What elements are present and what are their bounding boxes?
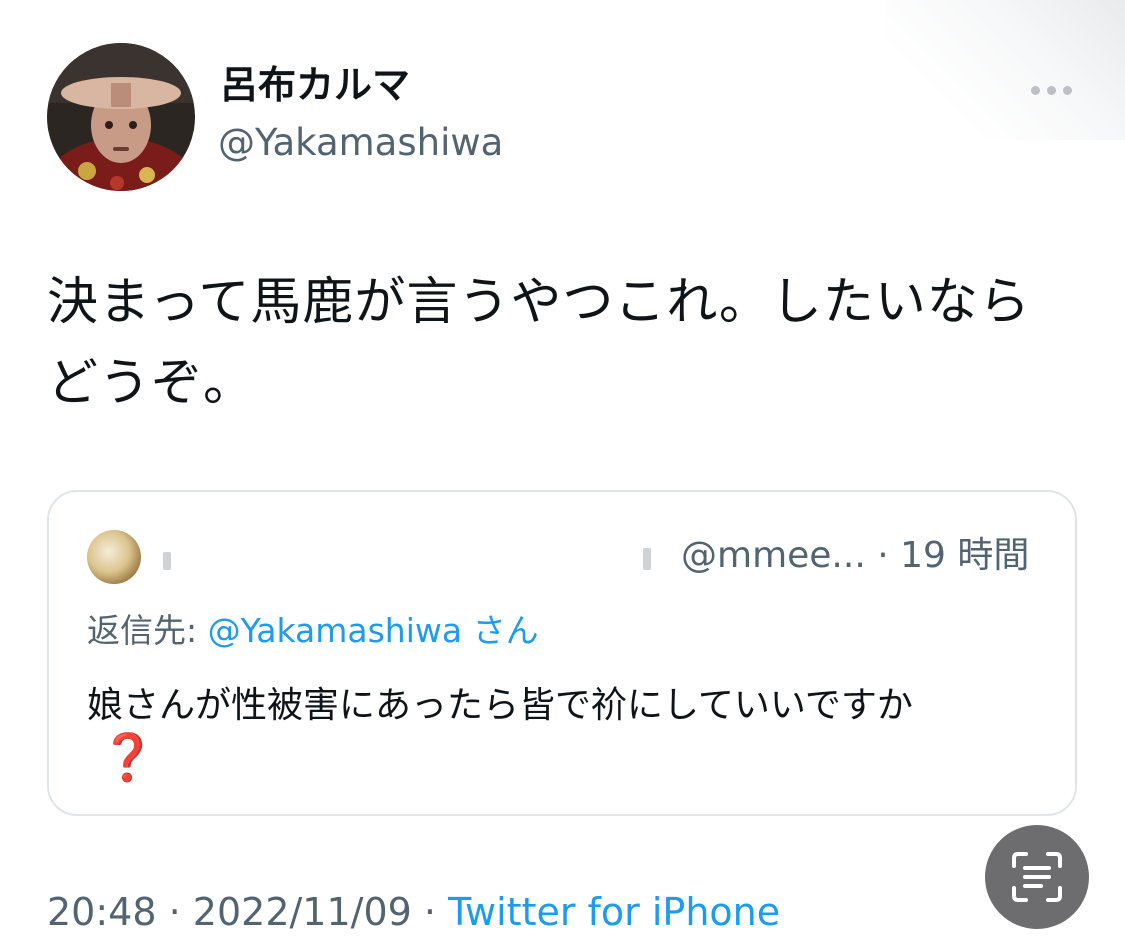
quoted-text: 娘さんが性被害にあったら皆で祄にしていいですか [87, 685, 913, 726]
reply-mention[interactable]: @Yakamashiwa [208, 611, 462, 650]
tweet-time: 20:48 [47, 890, 157, 934]
tweet-footer: 20:48 · 2022/11/09 · Twitter for iPhone [47, 893, 780, 931]
meta-separator: · [877, 535, 889, 576]
more-horizontal-icon[interactable] [1027, 80, 1075, 100]
quoted-avatar[interactable] [87, 530, 141, 584]
footer-separator: · [168, 890, 181, 934]
live-text-scan-button[interactable] [985, 825, 1089, 929]
display-name[interactable]: 呂布カルマ [220, 66, 410, 104]
quoted-meta: @mmee... · 19 時間 [681, 538, 1029, 574]
question-mark-emoji: ❓ [99, 730, 157, 784]
corner-shadow [885, 0, 1125, 140]
footer-separator: · [423, 890, 437, 934]
live-text-scan-icon [1012, 852, 1062, 902]
tweet-source-link[interactable]: Twitter for iPhone [448, 890, 780, 934]
quoted-handle[interactable]: @mmee... [681, 535, 866, 576]
quoted-tweet-card[interactable]: @mmee... · 19 時間 返信先: @Yakamashiwa さん 娘さ… [47, 490, 1077, 816]
reply-prefix: 返信先: [87, 611, 198, 650]
handle[interactable]: @Yakamashiwa [218, 124, 503, 161]
avatar[interactable] [47, 43, 195, 191]
reply-context: 返信先: @Yakamashiwa さん [87, 614, 539, 647]
quoted-time: 19 時間 [900, 535, 1030, 576]
tweet-text: 決まって馬鹿が言うやつこれ。したいならどうぞ。 [47, 273, 1031, 413]
tweet-date: 2022/11/09 [192, 890, 412, 934]
reply-suffix: さん [472, 611, 539, 650]
redacted-display-name [153, 534, 653, 582]
